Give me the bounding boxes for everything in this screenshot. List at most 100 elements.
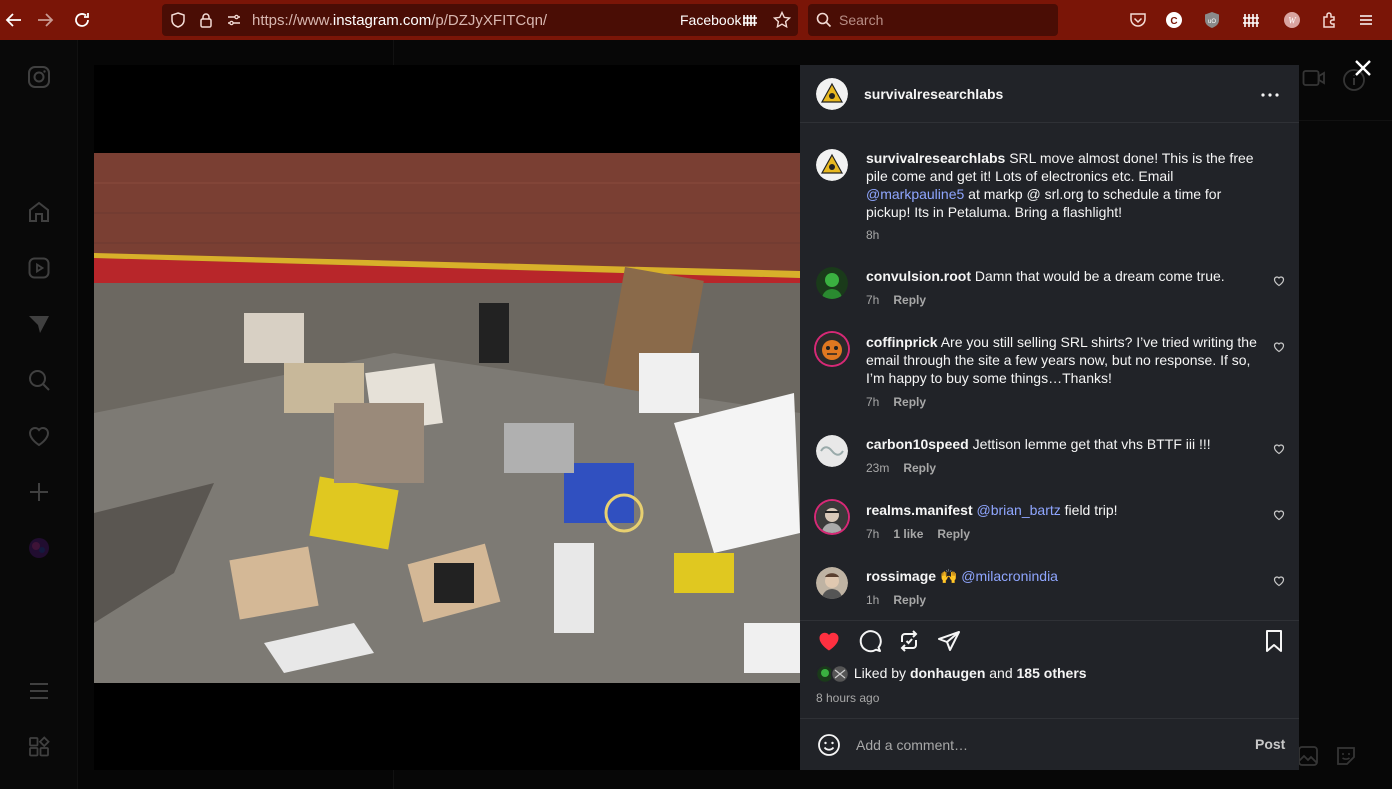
comment-body: Jettison lemme get that vhs BTTF iii !!! [972,436,1211,452]
hamburger-menu-icon[interactable] [1354,8,1378,32]
post-author-username[interactable]: survivalresearchlabs [864,86,1003,102]
shield-icon[interactable] [166,8,190,32]
url-prefix: https://www. [252,12,333,29]
comment-time[interactable]: 23m [866,461,889,475]
caption-text: survivalresearchlabs SRL move almost don… [866,149,1266,221]
commenter-avatar[interactable] [816,501,848,533]
container-label[interactable]: Facebook [680,12,741,28]
svg-text:uO: uO [1208,19,1216,25]
comment-item: carbon10speed Jettison lemme get that vh… [816,435,1286,479]
post-photo[interactable] [94,153,800,683]
extensions-puzzle-icon[interactable] [1318,8,1342,32]
comment-item: convulsion.root Damn that would be a dre… [816,267,1286,311]
extension-c-icon[interactable]: C [1162,8,1186,32]
comment-time[interactable]: 7h [866,293,879,307]
comment-username[interactable]: convulsion.root [866,268,971,284]
reload-icon[interactable] [70,8,94,32]
liked-by-user[interactable]: donhaugen [910,665,985,681]
comment-time[interactable]: 7h [866,395,879,409]
add-comment-bar: Post [800,718,1299,770]
comment-text: coffinprick Are you still selling SRL sh… [866,333,1266,387]
comment-like-heart-icon[interactable] [1273,575,1285,587]
search-icon [812,8,836,32]
caption-time[interactable]: 8h [866,228,879,242]
liker-avatars[interactable] [816,665,850,684]
ublock-origin-icon[interactable]: uO [1200,8,1224,32]
post-modal: survivalresearchlabs survivalresearchlab… [94,65,1299,770]
comment-username[interactable]: coffinprick [866,334,938,350]
comment-like-heart-icon[interactable] [1273,341,1285,353]
container-fence-icon[interactable] [738,8,762,32]
comment-meta: 1h Reply [866,593,926,607]
close-icon[interactable] [1351,56,1375,80]
comment-text: rossimage 🙌 @milacronindia [866,567,1266,585]
comment-username[interactable]: carbon10speed [866,436,969,452]
comment-like-heart-icon[interactable] [1273,443,1285,455]
comment-time[interactable]: 7h [866,527,879,541]
likes-summary: Liked by donhaugen and 185 others [816,665,1087,684]
comment-username[interactable]: rossimage [866,568,936,584]
comment-body: Damn that would be a dream come true. [974,268,1225,284]
bookmark-star-icon[interactable] [770,8,794,32]
commenter-avatar[interactable] [816,333,848,365]
caption-username[interactable]: survivalresearchlabs [866,150,1005,166]
emoji-picker-icon[interactable] [817,733,841,757]
post-caption: survivalresearchlabs SRL move almost don… [816,149,1286,249]
caption-mention[interactable]: @markpauline5 [866,186,964,202]
comment-emoji: 🙌 [939,568,958,584]
lock-icon[interactable] [194,8,218,32]
pocket-icon[interactable] [1126,8,1150,32]
post-actions-bar [800,620,1299,660]
url-text[interactable]: https://www.instagram.com/p/DZJyXFITCqn/ [252,12,547,29]
comment-body: field trip! [1060,502,1118,518]
svg-text:C: C [1170,16,1177,27]
comment-text: realms.manifest @brian_bartz field trip! [866,501,1266,519]
browser-search-box[interactable]: Search [808,4,1058,36]
liked-by-and: and [989,665,1013,681]
save-bookmark-icon[interactable] [1262,629,1286,653]
comment-input[interactable] [856,733,1236,757]
comment-item: realms.manifest @brian_bartz field trip!… [816,501,1286,545]
reply-link[interactable]: Reply [937,527,970,541]
author-avatar[interactable] [816,78,848,110]
reply-link[interactable]: Reply [903,461,936,475]
extension-w-icon[interactable]: W [1280,8,1304,32]
browser-toolbar: https://www.instagram.com/p/DZJyXFITCqn/… [0,0,1392,40]
like-heart-icon[interactable] [817,629,841,653]
post-timestamp[interactable]: 8 hours ago [816,691,879,705]
address-bar[interactable]: https://www.instagram.com/p/DZJyXFITCqn/… [162,4,798,36]
post-comment-button[interactable]: Post [1255,736,1285,752]
forward-arrow-icon[interactable] [33,8,57,32]
url-host: instagram.com [332,12,432,29]
comment-mention[interactable]: @milacronindia [961,568,1058,584]
comment-bubble-icon[interactable] [858,629,882,653]
search-placeholder: Search [839,12,884,28]
post-side-panel: survivalresearchlabs survivalresearchlab… [800,65,1299,770]
comment-like-heart-icon[interactable] [1273,509,1285,521]
back-arrow-icon[interactable] [2,8,26,32]
caption-author-avatar[interactable] [816,149,848,181]
post-header: survivalresearchlabs [800,65,1299,123]
reply-link[interactable]: Reply [893,395,926,409]
comment-username[interactable]: realms.manifest [866,502,973,518]
repost-icon[interactable] [897,629,921,653]
share-send-icon[interactable] [937,629,961,653]
commenter-avatar[interactable] [816,435,848,467]
more-options-icon[interactable] [1258,83,1282,107]
comment-text: convulsion.root Damn that would be a dre… [866,267,1266,285]
comment-mention[interactable]: @brian_bartz [977,502,1061,518]
comment-item: rossimage 🙌 @milacronindia 1h Reply [816,567,1286,611]
permissions-icon[interactable] [222,8,246,32]
comment-time[interactable]: 1h [866,593,879,607]
comment-likes-count[interactable]: 1 like [893,527,923,541]
reply-link[interactable]: Reply [893,593,926,607]
liked-by-prefix: Liked by [853,665,907,681]
commenter-avatar[interactable] [816,267,848,299]
url-path: /p/DZJyXFITCqn/ [431,12,548,29]
container-fence-toolbar-icon[interactable] [1239,8,1263,32]
commenter-avatar[interactable] [816,567,848,599]
reply-link[interactable]: Reply [893,293,926,307]
comment-meta: 7h Reply [866,293,926,307]
comment-like-heart-icon[interactable] [1273,275,1285,287]
liked-by-others-link[interactable]: 185 others [1017,665,1087,681]
